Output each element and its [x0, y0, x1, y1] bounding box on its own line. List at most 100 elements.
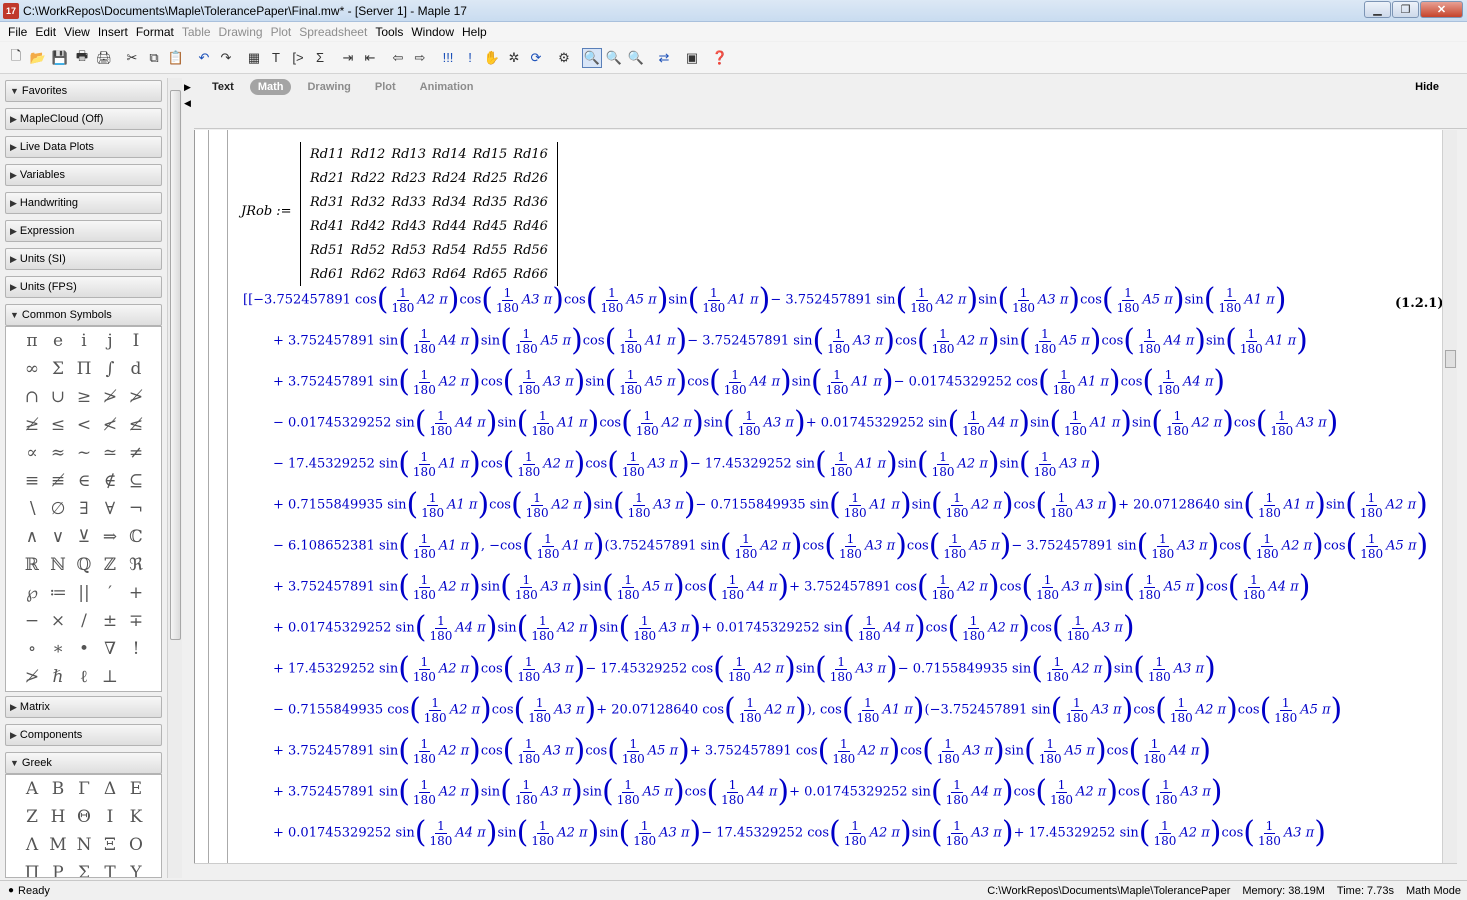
- text-mode-icon[interactable]: T: [266, 48, 286, 68]
- symbol-button[interactable]: ∖: [19, 495, 45, 523]
- symbol-button[interactable]: +: [123, 579, 149, 607]
- menu-help[interactable]: Help: [458, 25, 491, 39]
- symbol-button[interactable]: <: [71, 411, 97, 439]
- symbol-button[interactable]: ℚ: [71, 551, 97, 579]
- symbol-button[interactable]: ∀: [97, 495, 123, 523]
- symbol-button[interactable]: −: [19, 607, 45, 635]
- symbol-button[interactable]: ≔: [45, 579, 71, 607]
- symbol-button[interactable]: ±: [97, 607, 123, 635]
- document-scroll-thumb[interactable]: [1445, 350, 1456, 368]
- menu-drawing[interactable]: Drawing: [215, 25, 267, 39]
- symbol-button[interactable]: ℜ: [123, 551, 149, 579]
- symbol-button[interactable]: !: [123, 635, 149, 663]
- symbol-button[interactable]: ∧: [19, 523, 45, 551]
- symbol-button[interactable]: ≯: [123, 383, 149, 411]
- symbol-button[interactable]: ℂ: [123, 523, 149, 551]
- horizontal-scrollbar[interactable]: [194, 863, 1457, 879]
- context-tab-plot[interactable]: Plot: [367, 79, 404, 95]
- symbol-button[interactable]: ∫: [97, 355, 123, 383]
- menu-plot[interactable]: Plot: [267, 25, 296, 39]
- greek-symbol-button[interactable]: Ξ: [97, 831, 123, 859]
- palette-components[interactable]: ▶ Components: [5, 724, 162, 746]
- worksheet-document[interactable]: JRob := Rd11 Rd12 Rd13 Rd14 Rd15 Rd16 Rd21 Rd22…: [194, 130, 1442, 863]
- symbol-button[interactable]: ~: [71, 439, 97, 467]
- symbol-button[interactable]: e: [45, 327, 71, 355]
- palette-handwriting[interactable]: ▶ Handwriting: [5, 192, 162, 214]
- symbol-button[interactable]: ≯: [19, 663, 45, 691]
- greek-symbol-button[interactable]: Ι: [97, 803, 123, 831]
- execute-worksheet-icon[interactable]: !!!: [438, 48, 458, 68]
- symbol-button[interactable]: I: [123, 327, 149, 355]
- undo-icon[interactable]: ↶: [194, 48, 214, 68]
- palette-greek[interactable]: ▼ Greek: [5, 752, 162, 774]
- toggle-panel-icon[interactable]: ▣: [682, 48, 702, 68]
- symbol-button[interactable]: ℓ: [71, 663, 97, 691]
- new-document-icon[interactable]: 🗋: [6, 48, 26, 68]
- symbol-button[interactable]: ℘: [19, 579, 45, 607]
- document-scrollbar[interactable]: [1442, 130, 1457, 863]
- maple-app-icon[interactable]: 17: [3, 2, 19, 19]
- hide-context-button[interactable]: Hide: [1415, 81, 1439, 93]
- execution-group-bracket[interactable]: [208, 130, 228, 863]
- palette-expression[interactable]: ▶ Expression: [5, 220, 162, 242]
- execution-group-icon[interactable]: [>: [288, 48, 308, 68]
- symbol-button[interactable]: ∩: [19, 383, 45, 411]
- greek-symbol-button[interactable]: Δ: [97, 775, 123, 803]
- symbol-button[interactable]: ℤ: [97, 551, 123, 579]
- paste-icon[interactable]: 📋: [166, 48, 186, 68]
- greek-symbol-button[interactable]: Ν: [71, 831, 97, 859]
- greek-symbol-button[interactable]: Ρ: [45, 859, 71, 877]
- symbol-button[interactable]: ≠: [123, 439, 149, 467]
- palette-units-si[interactable]: ▶ Units (SI): [5, 248, 162, 270]
- symbol-button[interactable]: ∪: [45, 383, 71, 411]
- outdent-icon[interactable]: ⇤: [360, 48, 380, 68]
- symbol-button[interactable]: ′: [97, 579, 123, 607]
- symbol-button[interactable]: /: [71, 607, 97, 635]
- maximize-button[interactable]: ❐: [1392, 1, 1419, 18]
- symbol-button[interactable]: ∅: [45, 495, 71, 523]
- menu-spreadsheet[interactable]: Spreadsheet: [295, 25, 371, 39]
- print-icon[interactable]: 🖶: [72, 48, 92, 68]
- palette-matrix[interactable]: ▶ Matrix: [5, 696, 162, 718]
- copy-icon[interactable]: ⧉: [144, 48, 164, 68]
- greek-symbol-button[interactable]: Υ: [123, 859, 149, 877]
- insert-section-icon[interactable]: ▦: [244, 48, 264, 68]
- symbol-button[interactable]: ℝ: [19, 551, 45, 579]
- greek-symbol-button[interactable]: Η: [45, 803, 71, 831]
- symbol-button[interactable]: ≡: [19, 467, 45, 495]
- print-preview-icon[interactable]: 🖨: [94, 48, 114, 68]
- symbol-button[interactable]: ∓: [123, 607, 149, 635]
- greek-symbol-button[interactable]: Β: [45, 775, 71, 803]
- zoom-100-icon[interactable]: 🔍: [582, 47, 602, 68]
- zoom-150-icon[interactable]: 🔍: [604, 48, 624, 68]
- symbol-button[interactable]: ∘: [19, 635, 45, 663]
- minimize-button[interactable]: ▁: [1364, 1, 1391, 18]
- back-arrow-icon[interactable]: ⇦: [388, 48, 408, 68]
- symbol-button[interactable]: i: [71, 327, 97, 355]
- cut-icon[interactable]: ✂: [122, 48, 142, 68]
- symbol-button[interactable]: ∝: [19, 439, 45, 467]
- palette-favorites[interactable]: ▼ Favorites: [5, 80, 162, 102]
- symbol-button[interactable]: ℕ: [45, 551, 71, 579]
- symbol-button[interactable]: ∞: [19, 355, 45, 383]
- menu-format[interactable]: Format: [132, 25, 178, 39]
- indent-icon[interactable]: ⇥: [338, 48, 358, 68]
- menu-insert[interactable]: Insert: [94, 25, 132, 39]
- context-tab-animation[interactable]: Animation: [412, 79, 482, 95]
- symbol-button[interactable]: ⊻: [71, 523, 97, 551]
- greek-symbol-button[interactable]: Ε: [123, 775, 149, 803]
- context-tab-text[interactable]: Text: [204, 79, 242, 95]
- menu-window[interactable]: Window: [407, 25, 458, 39]
- refresh-icon[interactable]: ⇄: [654, 48, 674, 68]
- symbol-button[interactable]: d: [123, 355, 149, 383]
- debug-icon[interactable]: ✲: [504, 48, 524, 68]
- collapse-left-arrow-icon[interactable]: ▶: [184, 82, 192, 93]
- symbol-button[interactable]: ∨: [45, 523, 71, 551]
- symbol-button[interactable]: •: [71, 635, 97, 663]
- symbol-button[interactable]: ≮: [97, 411, 123, 439]
- palette-units-fps[interactable]: ▶ Units (FPS): [5, 276, 162, 298]
- greek-symbol-button[interactable]: Λ: [19, 831, 45, 859]
- palette-scroll-thumb[interactable]: [170, 90, 181, 640]
- close-button[interactable]: ✕: [1420, 1, 1463, 18]
- execute-icon[interactable]: !: [460, 48, 480, 68]
